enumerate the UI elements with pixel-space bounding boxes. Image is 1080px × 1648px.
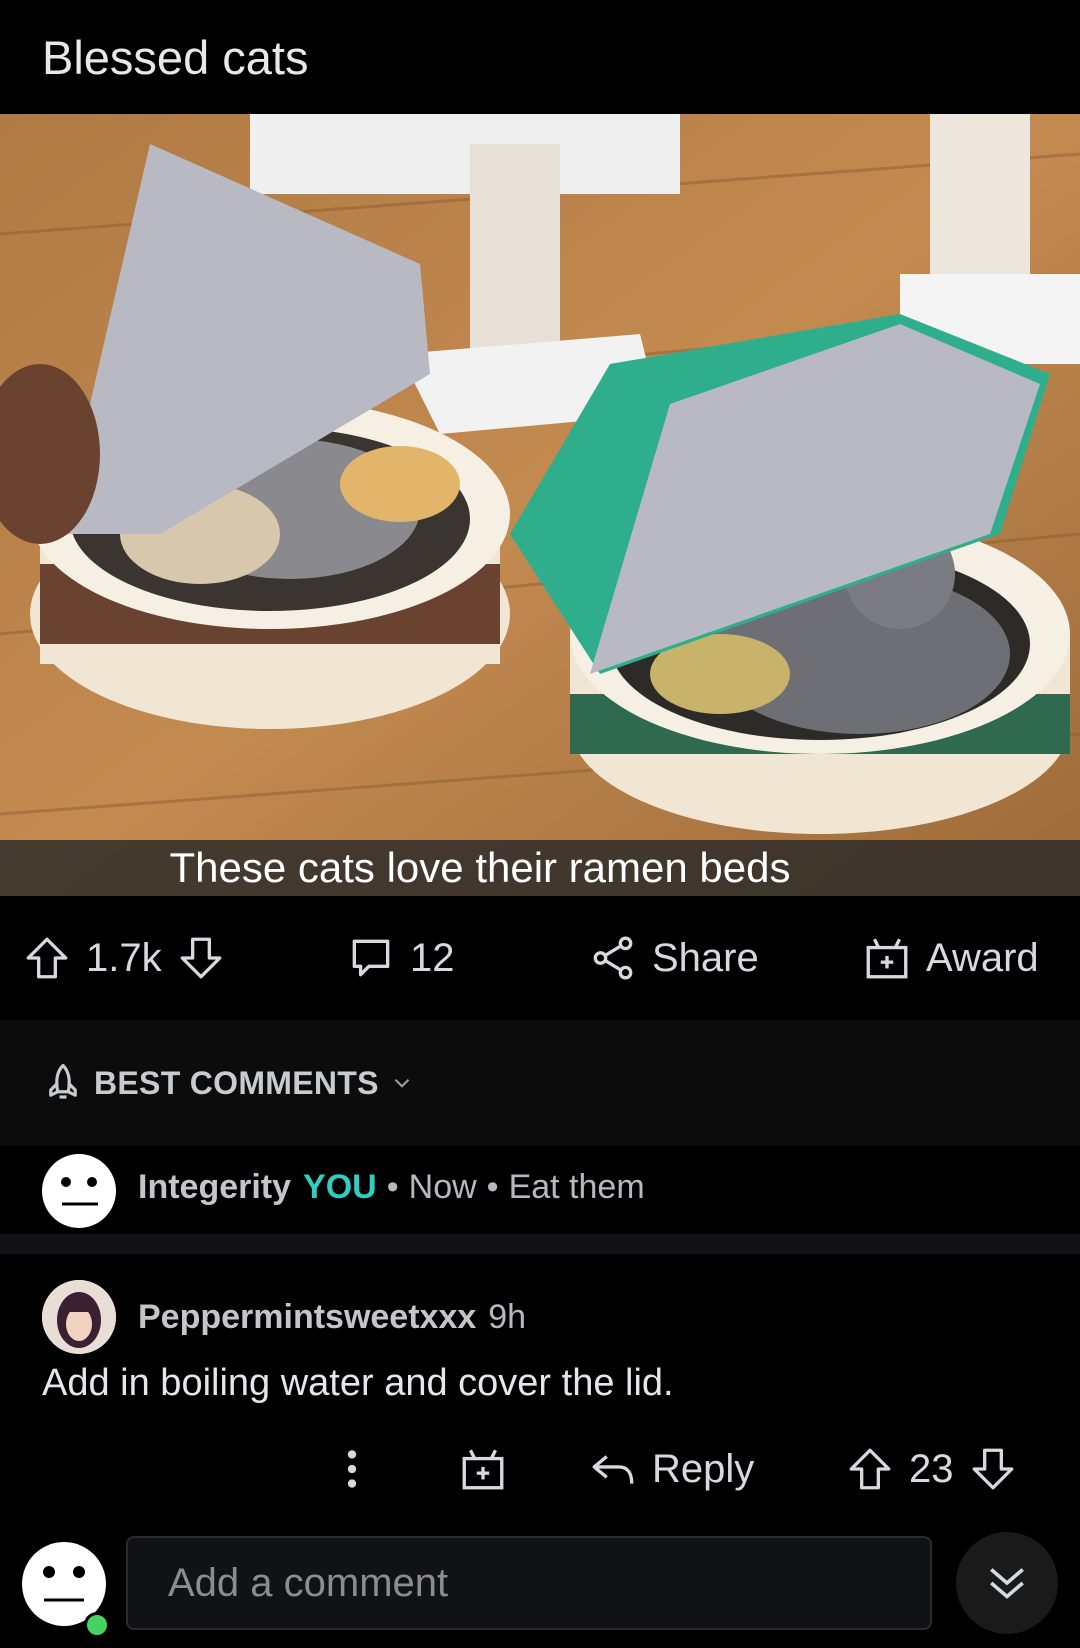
comment[interactable]: Peppermintsweetxxx 9h Add in boiling wat… (0, 1254, 1080, 1536)
award-comment-button[interactable] (458, 1424, 508, 1514)
comment-sort-bar: BEST COMMENTS (0, 1020, 1080, 1146)
comment-bubble-icon (346, 933, 396, 983)
downvote-icon[interactable] (968, 1444, 1018, 1494)
upvote-count: 1.7k (86, 935, 162, 980)
separator-dot: • (386, 1168, 399, 1206)
post-action-bar: 1.7k 12 Share Award (0, 896, 1080, 1020)
more-options-button[interactable] (327, 1424, 377, 1514)
own-comment[interactable]: Integerity YOU • Now • Eat them (0, 1146, 1080, 1234)
award-label: Award (926, 935, 1039, 980)
double-chevron-down-icon (980, 1556, 1034, 1610)
reply-label: Reply (652, 1446, 755, 1491)
cat-ramen-beds-photo (0, 114, 1080, 896)
more-vertical-icon (327, 1444, 377, 1494)
award-gift-icon (862, 933, 912, 983)
vote-group: 1.7k (22, 896, 226, 1020)
image-caption: These cats love their ramen beds (0, 840, 1080, 896)
upvote-icon[interactable] (845, 1444, 895, 1494)
avatar[interactable] (42, 1280, 116, 1354)
add-comment-input[interactable] (126, 1536, 932, 1630)
comment-time: Now (408, 1168, 477, 1206)
share-icon (588, 933, 638, 983)
award-gift-icon (458, 1444, 508, 1494)
reply-arrow-icon (588, 1444, 638, 1494)
share-button[interactable]: Share (588, 896, 759, 1020)
comment-vote-group: 23 (845, 1424, 1018, 1514)
comment-meta: Peppermintsweetxxx 9h (138, 1298, 526, 1337)
downvote-icon[interactable] (176, 933, 226, 983)
comment-time: 9h (488, 1298, 527, 1336)
comments-button[interactable]: 12 (346, 896, 455, 1020)
comment-text: Eat them (508, 1168, 645, 1206)
avatar[interactable] (42, 1154, 116, 1228)
online-status-indicator (84, 1612, 110, 1638)
collapse-comments-button[interactable] (956, 1532, 1058, 1634)
you-badge: YOU (303, 1168, 377, 1206)
sort-label: BEST COMMENTS (94, 1064, 379, 1101)
comment-text: Add in boiling water and cover the lid. (42, 1362, 674, 1404)
upvote-icon[interactable] (22, 933, 72, 983)
comment-count: 12 (410, 935, 455, 980)
share-label: Share (652, 935, 759, 980)
award-button[interactable]: Award (862, 896, 1039, 1020)
comment-action-bar: Reply 23 (0, 1424, 1080, 1514)
comment-username[interactable]: Integerity (138, 1168, 291, 1207)
comment-divider (0, 1234, 1080, 1254)
comment-composer-bar (0, 1532, 1080, 1648)
comment-meta: Integerity YOU • Now • Eat them (138, 1168, 645, 1207)
reply-button[interactable]: Reply (588, 1424, 754, 1514)
chevron-down-icon (389, 1070, 415, 1096)
post-title: Blessed cats (42, 31, 309, 84)
rocket-icon (42, 1062, 84, 1104)
comment-username[interactable]: Peppermintsweetxxx (138, 1298, 476, 1337)
separator-dot: • (486, 1168, 499, 1206)
post-image[interactable]: These cats love their ramen beds (0, 114, 1080, 896)
comment-vote-count: 23 (909, 1446, 954, 1491)
sort-selector[interactable]: BEST COMMENTS (42, 1020, 415, 1146)
